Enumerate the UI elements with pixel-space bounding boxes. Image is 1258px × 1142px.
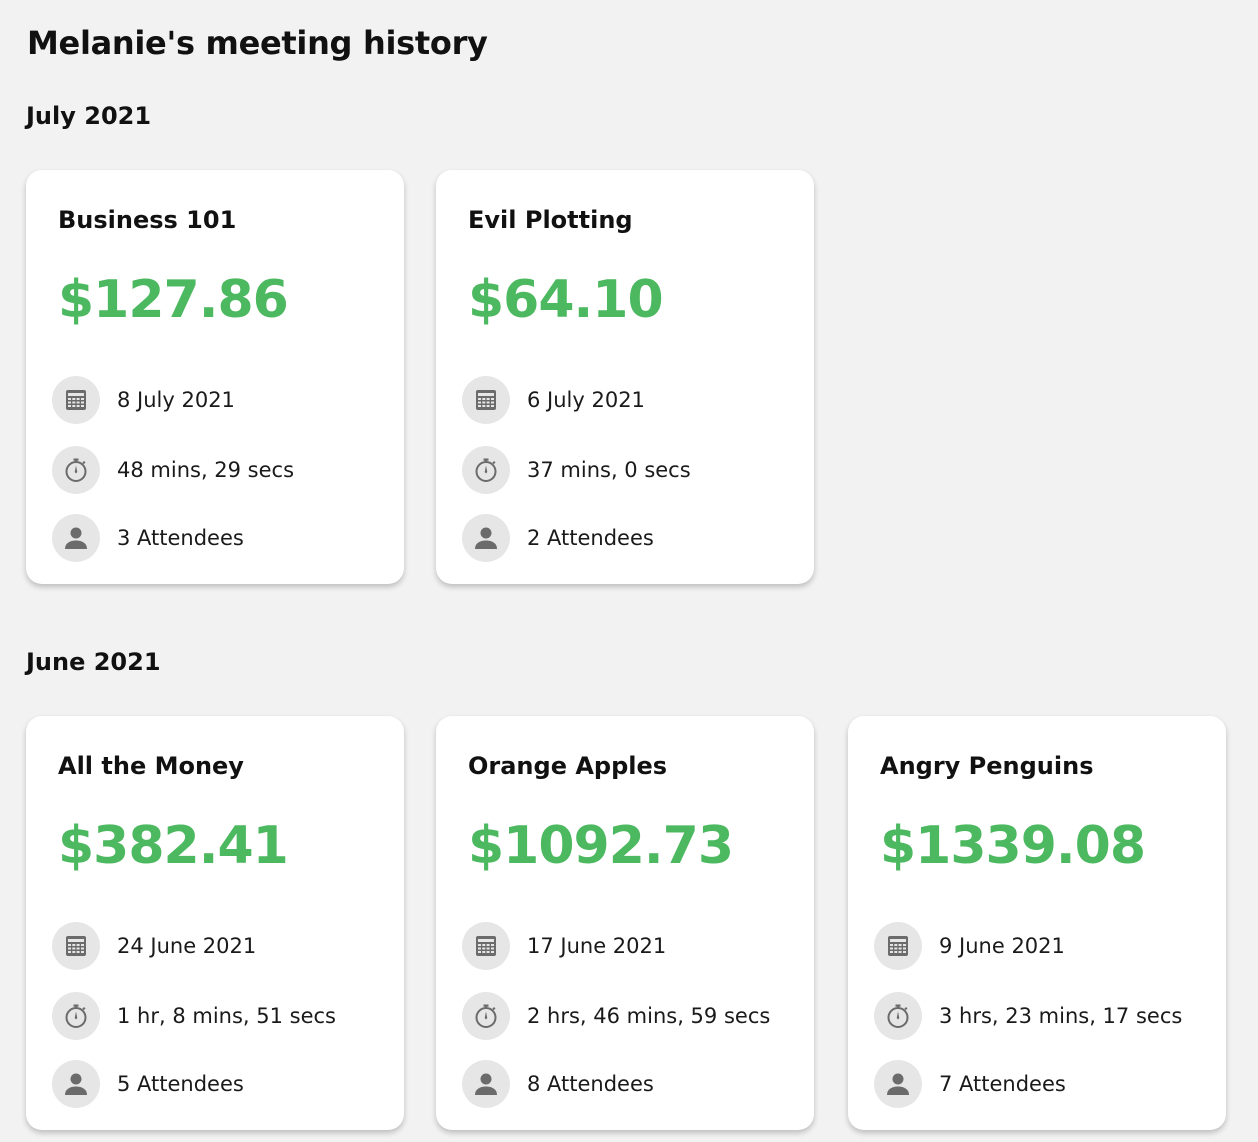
meeting-date-row: 17 June 2021 (462, 922, 666, 970)
meeting-duration: 1 hr, 8 mins, 51 secs (117, 1004, 337, 1028)
calendar-icon (462, 376, 510, 424)
meeting-date: 24 June 2021 (117, 934, 257, 958)
meeting-attendees-row: 5 Attendees (52, 1060, 244, 1108)
meeting-duration: 37 mins, 0 secs (527, 458, 691, 482)
meeting-date: 8 July 2021 (117, 388, 235, 412)
meeting-cost: $1339.08 (880, 816, 1146, 876)
meeting-card[interactable]: All the Money $382.41 24 June 2021 1 hr,… (26, 716, 404, 1130)
meeting-card-list: Business 101 $127.86 8 July 2021 48 mins… (26, 170, 1236, 584)
meeting-attendees: 2 Attendees (527, 526, 654, 550)
meeting-date: 6 July 2021 (527, 388, 645, 412)
meeting-date-row: 9 June 2021 (874, 922, 1065, 970)
person-icon (874, 1060, 922, 1108)
meeting-duration-row: 48 mins, 29 secs (52, 446, 294, 494)
meeting-attendees-row: 2 Attendees (462, 514, 654, 562)
meeting-attendees: 8 Attendees (527, 1072, 654, 1096)
meeting-card[interactable]: Angry Penguins $1339.08 9 June 2021 3 hr… (848, 716, 1226, 1130)
meeting-title: Angry Penguins (880, 752, 1094, 780)
meeting-card[interactable]: Orange Apples $1092.73 17 June 2021 2 hr… (436, 716, 814, 1130)
month-heading: July 2021 (26, 102, 152, 130)
calendar-icon (52, 376, 100, 424)
calendar-icon (462, 922, 510, 970)
calendar-icon (52, 922, 100, 970)
calendar-icon (874, 922, 922, 970)
meeting-date: 9 June 2021 (939, 934, 1065, 958)
meeting-attendees-row: 7 Attendees (874, 1060, 1066, 1108)
person-icon (52, 514, 100, 562)
meeting-date-row: 8 July 2021 (52, 376, 235, 424)
meeting-duration: 2 hrs, 46 mins, 59 secs (527, 1004, 771, 1028)
meeting-attendees: 7 Attendees (939, 1072, 1066, 1096)
person-icon (462, 514, 510, 562)
stopwatch-icon (874, 992, 922, 1040)
meeting-duration-row: 37 mins, 0 secs (462, 446, 691, 494)
stopwatch-icon (52, 446, 100, 494)
stopwatch-icon (52, 992, 100, 1040)
meeting-cost: $382.41 (58, 816, 289, 876)
meeting-cost: $64.10 (468, 270, 664, 330)
meeting-card-list: All the Money $382.41 24 June 2021 1 hr,… (26, 716, 1236, 1130)
meeting-duration-row: 3 hrs, 23 mins, 17 secs (874, 992, 1182, 1040)
meeting-attendees: 3 Attendees (117, 526, 244, 550)
meeting-date-row: 24 June 2021 (52, 922, 256, 970)
meeting-cost: $127.86 (58, 270, 289, 330)
month-section-june-2021: June 2021 All the Money $382.41 24 June … (26, 646, 1236, 1130)
meeting-duration-row: 1 hr, 8 mins, 51 secs (52, 992, 336, 1040)
meeting-title: Orange Apples (468, 752, 668, 780)
meeting-cost: $1092.73 (468, 816, 734, 876)
person-icon (462, 1060, 510, 1108)
stopwatch-icon (462, 992, 510, 1040)
stopwatch-icon (462, 446, 510, 494)
meeting-title: Evil Plotting (468, 206, 633, 234)
meeting-card[interactable]: Evil Plotting $64.10 6 July 2021 37 mins… (436, 170, 814, 584)
meeting-attendees-row: 8 Attendees (462, 1060, 654, 1108)
meeting-card[interactable]: Business 101 $127.86 8 July 2021 48 mins… (26, 170, 404, 584)
month-section-july-2021: July 2021 Business 101 $127.86 8 July 20… (26, 100, 1236, 584)
month-heading: June 2021 (26, 648, 161, 676)
person-icon (52, 1060, 100, 1108)
meeting-attendees: 5 Attendees (117, 1072, 244, 1096)
meeting-duration: 3 hrs, 23 mins, 17 secs (939, 1004, 1183, 1028)
meeting-duration-row: 2 hrs, 46 mins, 59 secs (462, 992, 770, 1040)
meeting-date: 17 June 2021 (527, 934, 667, 958)
meeting-duration: 48 mins, 29 secs (117, 458, 295, 482)
meeting-date-row: 6 July 2021 (462, 376, 645, 424)
meeting-title: All the Money (58, 752, 244, 780)
meeting-title: Business 101 (58, 206, 237, 234)
meeting-attendees-row: 3 Attendees (52, 514, 244, 562)
page-title: Melanie's meeting history (27, 24, 488, 62)
